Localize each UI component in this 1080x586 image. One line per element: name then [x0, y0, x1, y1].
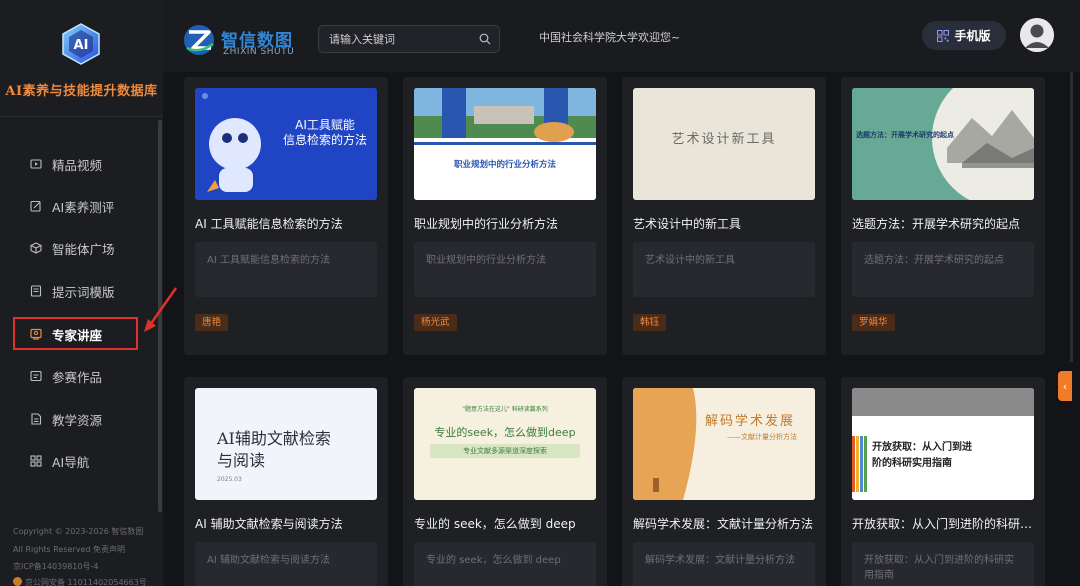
thumb-text: AI辅助文献检索	[217, 429, 331, 448]
card-thumbnail: "题意方法在这儿" 科研读篇系列 专业的seek，怎么做到deep 专业文献多源…	[414, 388, 596, 500]
sidebar-item-agents[interactable]: 智能体广场	[0, 228, 158, 268]
sidebar-item-videos[interactable]: 精品视频	[0, 144, 158, 184]
lecture-card[interactable]: 职业规划中的行业分析方法 职业规划中的行业分析方法 职业规划中的行业分析方法 杨…	[403, 77, 607, 355]
thumb-text: 与阅读	[217, 451, 266, 470]
search-box[interactable]	[318, 25, 500, 53]
document-icon	[30, 413, 42, 425]
thumb-text: ——文献计量分析方法	[727, 433, 797, 441]
collapse-toggle-button[interactable]: ‹	[1058, 371, 1072, 401]
card-thumbnail: 职业规划中的行业分析方法	[414, 88, 596, 200]
card-title[interactable]: 开放获取：从入门到进阶的科研实用指南	[852, 515, 1036, 532]
speaker-tag[interactable]: 杨光武	[414, 314, 457, 331]
play-icon	[30, 158, 42, 170]
svg-text:AI: AI	[74, 38, 89, 53]
thumb-text: 解码学术发展	[705, 414, 796, 429]
speaker-tag[interactable]: 唐艳	[195, 314, 229, 331]
card-title[interactable]: 选题方法：开展学术研究的起点	[852, 215, 1036, 232]
card-thumbnail: AI辅助文献检索 与阅读 2025.03	[195, 388, 377, 500]
top-header: 智信数图 ZHIXIN SHUTU 中国社会科学院大学欢迎您~ 手机版	[163, 0, 1080, 72]
thumb-text: AI工具赋能	[295, 118, 355, 132]
thumb-text: 职业规划中的行业分析方法	[453, 160, 556, 170]
cube-icon	[30, 242, 42, 254]
card-thumbnail: AI工具赋能 信息检索的方法	[195, 88, 377, 200]
thumb-text: 专业文献多源渠道深度探索	[430, 444, 580, 458]
card-description: 开放获取：从入门到进阶的科研实用指南	[852, 542, 1034, 586]
card-thumbnail: 解码学术发展 ——文献计量分析方法	[633, 388, 815, 500]
card-title[interactable]: 解码学术发展：文献计量分析方法	[633, 515, 817, 532]
thumb-text: "题意方法在这儿" 科研读篇系列	[462, 406, 548, 413]
edit-icon	[30, 200, 42, 212]
sidebar-item-label: 提示词模版	[52, 284, 115, 300]
speaker-tag[interactable]: 罗娟华	[852, 314, 895, 331]
card-title[interactable]: 职业规划中的行业分析方法	[414, 215, 598, 232]
footer-police[interactable]: 京公网安备 11011402054663号	[13, 577, 147, 586]
avatar[interactable]	[1020, 18, 1054, 52]
sidebar-item-assessment[interactable]: AI素养测评	[0, 186, 158, 226]
lecture-card[interactable]: 开放获取：从入门到进 阶的科研实用指南 开放获取：从入门到进阶的科研实用指南 开…	[841, 377, 1045, 586]
thumb-text: 信息检索的方法	[282, 133, 367, 147]
main-scrollbar[interactable]	[1070, 72, 1073, 362]
brand-title: AI素养与技能提升数据库	[5, 84, 158, 99]
card-title[interactable]: AI 工具赋能信息检索的方法	[195, 215, 379, 232]
card-description: 专业的 seek，怎么做到 deep	[414, 542, 596, 586]
user-avatar-icon	[1020, 18, 1054, 52]
thumb-text: 阶的科研实用指南	[872, 458, 952, 469]
lecture-card[interactable]: AI辅助文献检索 与阅读 2025.03 AI 辅助文献检索与阅读方法 AI 辅…	[184, 377, 388, 586]
footer-copyright: Copyright © 2023-2026 智信数图	[13, 527, 144, 536]
card-title[interactable]: 专业的 seek，怎么做到 deep	[414, 515, 598, 532]
lecture-card[interactable]: 选题方法：开展学术研究的起点 选题方法：开展学术研究的起点 选题方法：开展学术研…	[841, 77, 1045, 355]
sidebar-item-label: AI素养测评	[52, 199, 115, 215]
mobile-version-button[interactable]: 手机版	[922, 21, 1006, 50]
footer-police-text: 京公网安备 11011402054663号	[25, 578, 147, 586]
card-thumbnail: 艺术设计新工具	[633, 88, 815, 200]
divider	[0, 116, 163, 117]
card-thumbnail: 选题方法：开展学术研究的起点	[852, 88, 1034, 200]
sidebar-item-label: 参赛作品	[52, 369, 103, 385]
speaker-tag[interactable]: 韩钰	[633, 314, 667, 331]
sidebar-item-resources[interactable]: 教学资源	[0, 399, 158, 439]
footer-icp[interactable]: 京ICP备14039810号-4	[13, 561, 98, 572]
search-icon[interactable]	[479, 33, 491, 45]
card-description: 艺术设计中的新工具	[633, 242, 815, 297]
zhixin-logo-icon[interactable]	[183, 24, 217, 56]
mobile-label: 手机版	[954, 29, 991, 43]
logo-en: ZHIXIN SHUTU	[223, 47, 295, 57]
grid-icon	[30, 455, 42, 467]
card-thumbnail: 开放获取：从入门到进 阶的科研实用指南	[852, 388, 1034, 500]
sidebar-item-prompts[interactable]: 提示词模版	[0, 271, 158, 311]
sidebar-item-label: 智能体广场	[52, 241, 115, 257]
sidebar-item-works[interactable]: 参赛作品	[0, 356, 158, 396]
police-badge-icon	[13, 577, 22, 586]
thumb-text: 艺术设计新工具	[671, 132, 777, 147]
thumb-text: 选题方法：开展学术研究的起点	[856, 131, 954, 139]
lecture-card[interactable]: AI工具赋能 信息检索的方法 AI 工具赋能信息检索的方法 AI 工具赋能信息检…	[184, 77, 388, 355]
card-description: AI 辅助文献检索与阅读方法	[195, 542, 377, 586]
card-description: 职业规划中的行业分析方法	[414, 242, 596, 297]
sidebar-item-label: AI导航	[52, 454, 90, 470]
sidebar-item-label: 精品视频	[52, 157, 103, 173]
card-title[interactable]: 艺术设计中的新工具	[633, 215, 817, 232]
ai-logo-icon[interactable]: AI	[59, 22, 103, 66]
sidebar-item-label: 教学资源	[52, 412, 103, 428]
search-input[interactable]	[329, 32, 469, 46]
thumb-text: 2025.03	[217, 476, 242, 483]
card-description: 选题方法：开展学术研究的起点	[852, 242, 1034, 297]
card-description: AI 工具赋能信息检索的方法	[195, 242, 377, 297]
welcome-text: 中国社会科学院大学欢迎您~	[539, 31, 681, 44]
annotation-arrow-icon	[144, 287, 178, 332]
thumb-text: 专业的seek，怎么做到deep	[434, 426, 576, 439]
footer-rights[interactable]: All Rights Reserved 免责声明	[13, 544, 125, 555]
thumb-text: 开放获取：从入门到进	[872, 442, 972, 453]
qrcode-icon	[937, 29, 950, 42]
card-title[interactable]: AI 辅助文献检索与阅读方法	[195, 515, 379, 532]
award-icon	[30, 370, 42, 382]
card-description: 解码学术发展：文献计量分析方法	[633, 542, 815, 586]
sidebar-item-ai-nav[interactable]: AI导航	[0, 441, 158, 481]
lecture-card[interactable]: 解码学术发展 ——文献计量分析方法 解码学术发展：文献计量分析方法 解码学术发展…	[622, 377, 826, 586]
lecture-card[interactable]: "题意方法在这儿" 科研读篇系列 专业的seek，怎么做到deep 专业文献多源…	[403, 377, 607, 586]
chevron-left-icon: ‹	[1062, 379, 1068, 393]
template-icon	[30, 285, 42, 297]
lecture-card[interactable]: 艺术设计新工具 艺术设计中的新工具 艺术设计中的新工具 韩钰	[622, 77, 826, 355]
annotation-highlight-box	[13, 317, 138, 350]
